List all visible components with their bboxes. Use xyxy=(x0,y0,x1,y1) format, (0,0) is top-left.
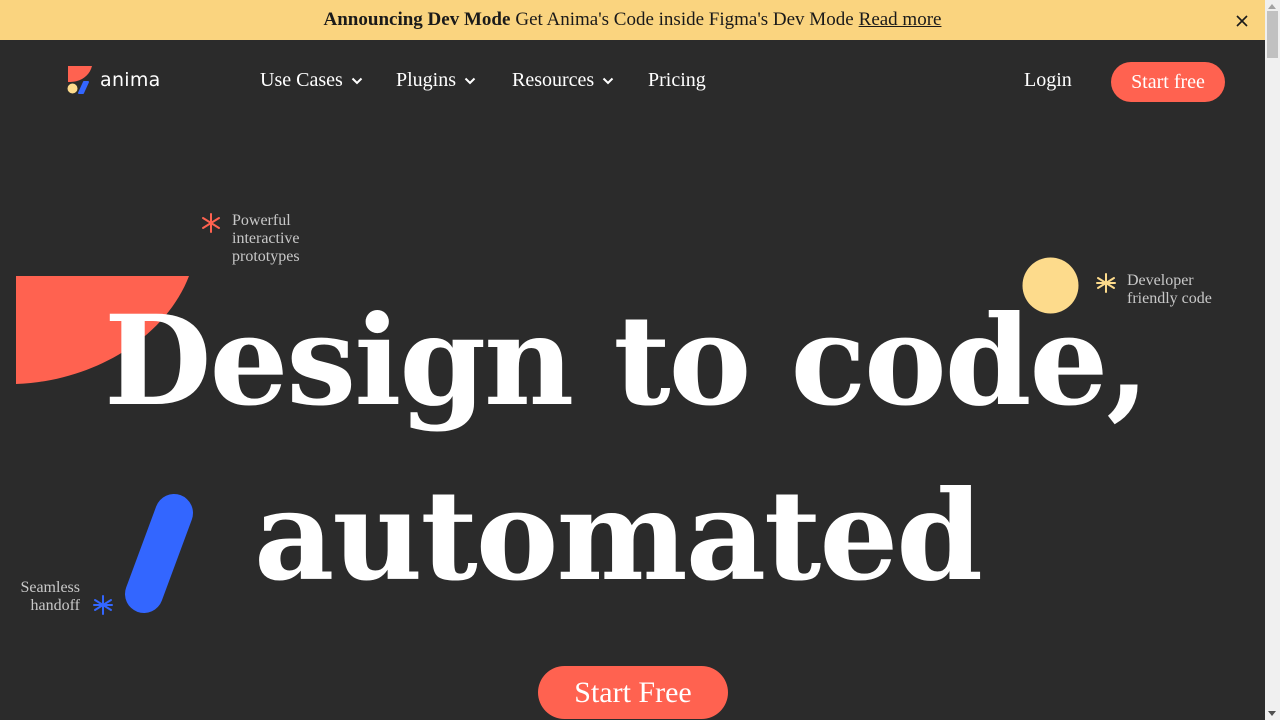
login-link[interactable]: Login xyxy=(1024,69,1072,92)
nav-label: Resources xyxy=(512,69,595,91)
scrollbar-thumb[interactable] xyxy=(1267,11,1278,58)
start-free-button[interactable]: Start free xyxy=(1111,62,1225,102)
nav-label: Plugins xyxy=(396,69,457,91)
chevron-down-icon xyxy=(464,77,476,84)
feature-line: Seamless xyxy=(20,579,80,596)
feature-line: handoff xyxy=(30,597,80,614)
scroll-down-arrow-icon[interactable] xyxy=(1268,711,1276,716)
feature-prototypes: Powerful interactive prototypes xyxy=(232,212,300,266)
main-nav: anima Use Cases Plugins Resources Pricin… xyxy=(0,40,1265,122)
banner-text: Get Anima's Code inside Figma's Dev Mode xyxy=(515,9,854,30)
logo-text: anima xyxy=(100,69,161,91)
headline-line-1: Design to code, xyxy=(104,289,1149,434)
nav-use-cases[interactable]: Use Cases xyxy=(260,69,363,92)
feature-line: Developer xyxy=(1127,272,1194,289)
chevron-down-icon xyxy=(351,77,362,84)
logo[interactable]: anima xyxy=(67,66,161,94)
asterisk-icon xyxy=(93,595,113,615)
nav-plugins[interactable]: Plugins xyxy=(396,69,476,92)
announcement-banner: Announcing Dev Mode Get Anima's Code ins… xyxy=(0,0,1265,40)
feature-line: interactive xyxy=(232,230,300,247)
nav-pricing[interactable]: Pricing xyxy=(648,69,706,92)
nav-label: Use Cases xyxy=(260,69,343,91)
chevron-down-icon xyxy=(602,77,614,84)
feature-line: prototypes xyxy=(232,248,300,265)
page: Announcing Dev Mode Get Anima's Code ins… xyxy=(0,0,1265,720)
start-free-cta-button[interactable]: Start Free xyxy=(538,666,728,719)
banner-title: Announcing Dev Mode xyxy=(323,9,511,30)
blue-pill-shape xyxy=(125,494,193,613)
feature-handoff: Seamless handoff xyxy=(0,579,80,615)
feature-line: Powerful xyxy=(232,212,291,229)
read-more-link[interactable]: Read more xyxy=(859,9,942,31)
scroll-up-arrow-icon[interactable] xyxy=(1268,4,1276,9)
anima-logo-icon xyxy=(67,66,92,94)
nav-resources[interactable]: Resources xyxy=(512,69,614,92)
nav-label: Pricing xyxy=(648,69,706,91)
close-icon[interactable] xyxy=(1235,12,1249,27)
vertical-scrollbar[interactable] xyxy=(1265,0,1280,720)
headline-line-2: automated xyxy=(254,464,983,609)
asterisk-icon xyxy=(202,213,220,233)
